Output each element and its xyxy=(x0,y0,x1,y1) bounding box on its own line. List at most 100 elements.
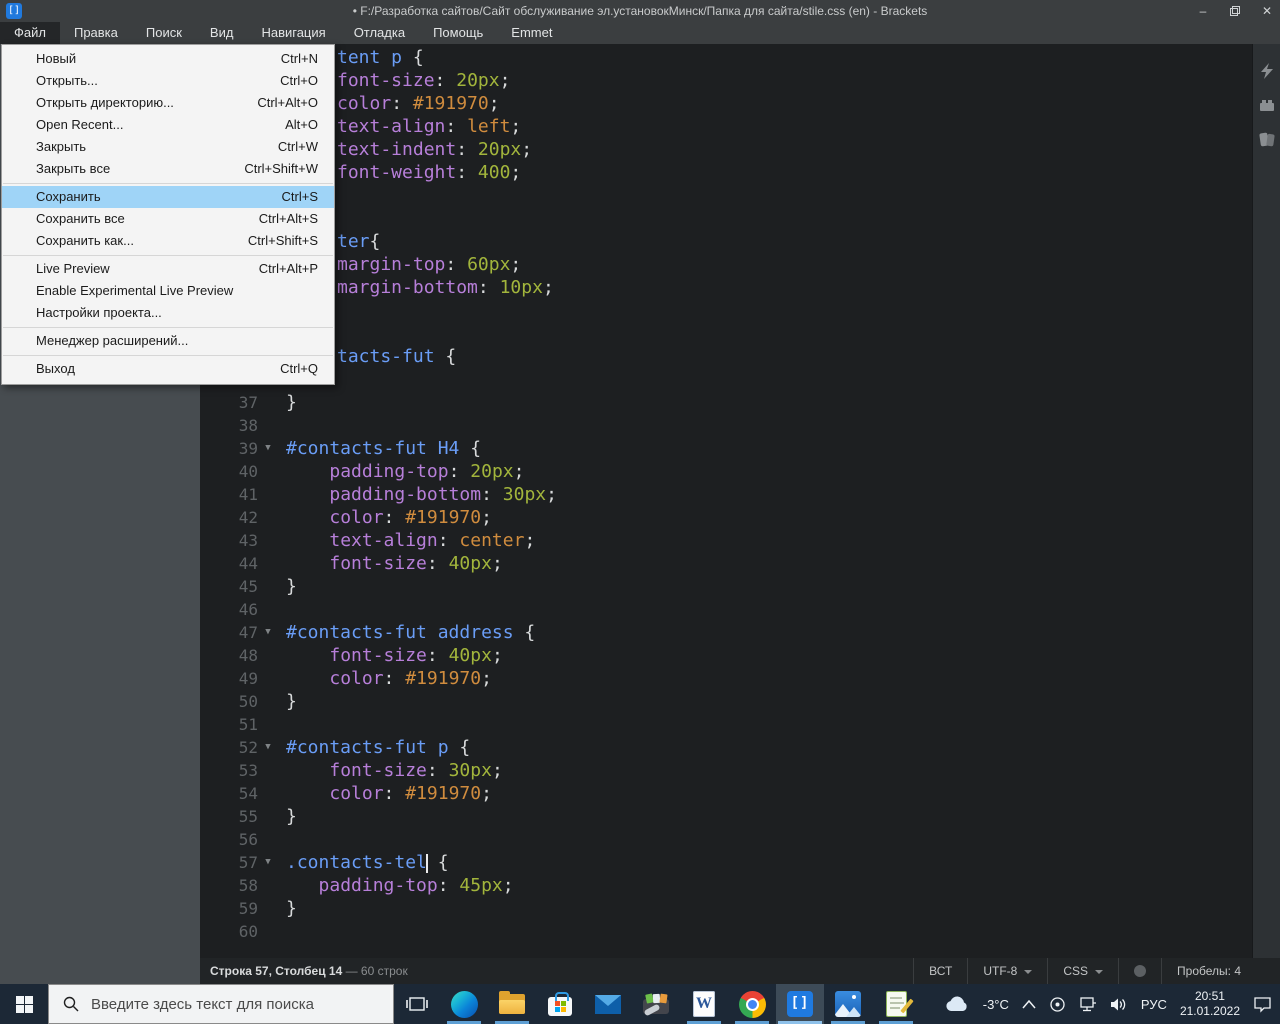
menubar-item[interactable]: Файл xyxy=(0,22,60,44)
clock[interactable]: 20:51 21.01.2022 xyxy=(1180,989,1240,1019)
code-line[interactable]: 43 text-align: center; xyxy=(200,529,1280,552)
code-line[interactable]: 28 xyxy=(200,184,1280,207)
code-line[interactable]: 47 ▼ #contacts-fut address { xyxy=(200,621,1280,644)
code-line[interactable]: 56 xyxy=(200,828,1280,851)
code-line[interactable]: 31margin-top: 60px; xyxy=(200,253,1280,276)
file-menu-item[interactable]: Новый Ctrl+N xyxy=(2,48,334,70)
menubar-item[interactable]: Отладка xyxy=(340,22,419,44)
code-line[interactable]: 26text-indent: 20px; xyxy=(200,138,1280,161)
code-line[interactable]: 60 xyxy=(200,920,1280,943)
minimize-icon[interactable]: – xyxy=(1196,0,1210,22)
taskbar-app-explorer[interactable] xyxy=(488,984,536,1024)
tray-expand-chevron-icon[interactable] xyxy=(1022,999,1036,1009)
temperature-label[interactable]: -3°C xyxy=(983,997,1009,1012)
start-button[interactable] xyxy=(0,984,48,1024)
meet-now-icon[interactable] xyxy=(1049,996,1066,1013)
code-line[interactable]: 33 xyxy=(200,299,1280,322)
spaces-indicator[interactable]: Пробелы: 4 xyxy=(1161,958,1256,984)
file-menu-item[interactable]: Открыть директорию... Ctrl+Alt+O xyxy=(2,92,334,114)
fold-arrow-icon[interactable]: ▼ xyxy=(258,437,278,460)
taskbar-app-chrome[interactable] xyxy=(728,984,776,1024)
code-line[interactable]: 23font-size: 20px; xyxy=(200,69,1280,92)
code-line[interactable]: 48 font-size: 40px; xyxy=(200,644,1280,667)
task-view-button[interactable] xyxy=(394,984,440,1024)
extension-manager-icon[interactable] xyxy=(1258,96,1276,114)
code-line[interactable]: 58 padding-top: 45px; xyxy=(200,874,1280,897)
volume-icon[interactable] xyxy=(1110,997,1128,1012)
file-menu-item[interactable]: Открыть... Ctrl+O xyxy=(2,70,334,92)
fold-arrow-icon[interactable]: ▼ xyxy=(258,736,278,759)
language-indicator[interactable]: РУС xyxy=(1141,997,1167,1012)
code-line[interactable]: 30ter{ xyxy=(200,230,1280,253)
code-line[interactable]: 45} xyxy=(200,575,1280,598)
file-menu-item[interactable]: Настройки проекта... xyxy=(2,302,334,324)
taskbar-app-brackets[interactable]: [] xyxy=(776,984,824,1024)
code-line[interactable]: 50} xyxy=(200,690,1280,713)
fold-arrow-icon[interactable]: ▼ xyxy=(258,851,278,874)
taskbar-app-file-manager[interactable] xyxy=(632,984,680,1024)
file-menu-item[interactable]: Менеджер расширений... xyxy=(2,330,334,352)
restore-icon[interactable] xyxy=(1230,6,1240,16)
file-menu-item[interactable]: Enable Experimental Live Preview xyxy=(2,280,334,302)
code-line[interactable]: 42 color: #191970; xyxy=(200,506,1280,529)
file-menu-item[interactable]: Open Recent... Alt+O xyxy=(2,114,334,136)
code-line[interactable]: 32margin-bottom: 10px; xyxy=(200,276,1280,299)
taskbar-app-notepadpp[interactable] xyxy=(872,984,920,1024)
code-line[interactable]: 59} xyxy=(200,897,1280,920)
taskbar-app-word[interactable]: W xyxy=(680,984,728,1024)
menu-separator xyxy=(3,355,333,356)
language-select[interactable]: CSS xyxy=(1047,958,1118,984)
close-icon[interactable]: ✕ xyxy=(1260,0,1274,22)
code-line[interactable]: 36 xyxy=(200,368,1280,391)
code-line[interactable]: 40 padding-top: 20px; xyxy=(200,460,1280,483)
code-line[interactable]: 46 xyxy=(200,598,1280,621)
file-menu-item[interactable]: Live Preview Ctrl+Alt+P xyxy=(2,258,334,280)
code-line[interactable]: 22tent p { xyxy=(200,46,1280,69)
search-input[interactable] xyxy=(91,995,371,1013)
menubar-item[interactable]: Поиск xyxy=(132,22,196,44)
code-line[interactable]: 37} xyxy=(200,391,1280,414)
notification-center-icon[interactable] xyxy=(1253,996,1272,1013)
menubar-item[interactable]: Вид xyxy=(196,22,248,44)
code-line[interactable]: 41 padding-bottom: 30px; xyxy=(200,483,1280,506)
code-line[interactable]: 35tacts-fut { xyxy=(200,345,1280,368)
file-menu-item[interactable]: Выход Ctrl+Q xyxy=(2,358,334,380)
menubar-item[interactable]: Правка xyxy=(60,22,132,44)
taskbar-search[interactable] xyxy=(48,984,394,1024)
code-line[interactable]: 54 color: #191970; xyxy=(200,782,1280,805)
taskbar-app-store[interactable] xyxy=(536,984,584,1024)
lint-status[interactable] xyxy=(1118,958,1161,984)
menubar-item[interactable]: Помощь xyxy=(419,22,497,44)
taskbar-app-photos[interactable] xyxy=(824,984,872,1024)
encoding-select[interactable]: UTF-8 xyxy=(967,958,1047,984)
code-line[interactable]: 52 ▼ #contacts-fut p { xyxy=(200,736,1280,759)
code-line[interactable]: 49 color: #191970; xyxy=(200,667,1280,690)
editor-pane[interactable]: 22tent p {23font-size: 20px;24color: #19… xyxy=(200,44,1280,958)
file-menu-item[interactable]: Сохранить как... Ctrl+Shift+S xyxy=(2,230,334,252)
taskbar-app-edge[interactable] xyxy=(440,984,488,1024)
file-menu-item[interactable]: Сохранить все Ctrl+Alt+S xyxy=(2,208,334,230)
code-line[interactable]: 53 font-size: 30px; xyxy=(200,759,1280,782)
menubar-item[interactable]: Emmet xyxy=(497,22,566,44)
code-line[interactable]: 38 xyxy=(200,414,1280,437)
code-line[interactable]: 29 xyxy=(200,207,1280,230)
network-icon[interactable] xyxy=(1079,996,1097,1012)
code-line[interactable]: 27font-weight: 400; xyxy=(200,161,1280,184)
live-preview-icon[interactable] xyxy=(1258,62,1276,80)
code-line[interactable]: 44 font-size: 40px; xyxy=(200,552,1280,575)
code-line[interactable]: 51 xyxy=(200,713,1280,736)
code-line[interactable]: 24color: #191970; xyxy=(200,92,1280,115)
code-line[interactable]: 57 ▼ .contacts-tel { xyxy=(200,851,1280,874)
insert-mode-indicator[interactable]: ВСТ xyxy=(913,958,967,984)
code-line[interactable]: 25text-align: left; xyxy=(200,115,1280,138)
taskbar-app-mail[interactable] xyxy=(584,984,632,1024)
file-menu-item[interactable]: Закрыть Ctrl+W xyxy=(2,136,334,158)
file-menu-item[interactable]: Сохранить Ctrl+S xyxy=(2,186,334,208)
menubar-item[interactable]: Навигация xyxy=(247,22,339,44)
file-menu-item[interactable]: Закрыть все Ctrl+Shift+W xyxy=(2,158,334,180)
code-line[interactable]: 34 xyxy=(200,322,1280,345)
code-line[interactable]: 39 ▼ #contacts-fut H4 { xyxy=(200,437,1280,460)
fold-arrow-icon[interactable]: ▼ xyxy=(258,621,278,644)
code-line[interactable]: 55} xyxy=(200,805,1280,828)
tags-icon[interactable] xyxy=(1258,130,1276,148)
